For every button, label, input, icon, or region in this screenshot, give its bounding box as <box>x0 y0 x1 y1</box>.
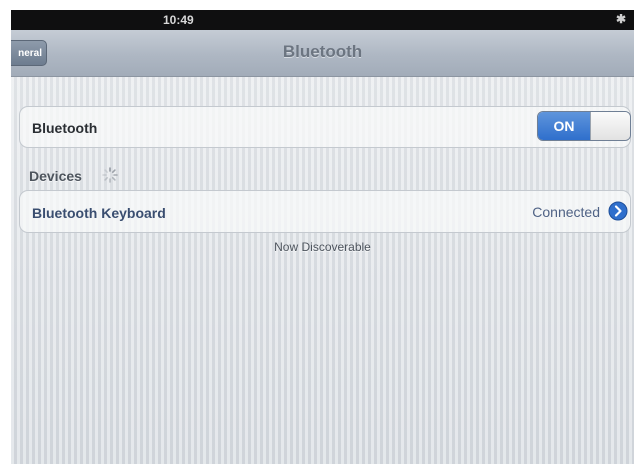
status-bar: 10:49 ✱ <box>11 10 634 30</box>
toggle-on-label: ON <box>538 112 590 140</box>
spinner-icon <box>102 167 118 183</box>
discoverable-note: Now Discoverable <box>274 240 371 254</box>
bluetooth-setting-row: Bluetooth ON <box>19 106 631 148</box>
toggle-knob[interactable] <box>590 112 630 140</box>
chevron-right-circle-icon[interactable] <box>608 201 628 221</box>
devices-section-header: Devices <box>29 168 82 184</box>
page-title: Bluetooth <box>282 42 363 61</box>
device-name: Bluetooth Keyboard <box>32 205 166 221</box>
bluetooth-icon: ✱ <box>615 12 626 26</box>
status-time: 10:49 <box>163 13 194 27</box>
navigation-bar: neral Bluetooth <box>11 30 634 77</box>
device-screen: 10:49 ✱ neral Bluetooth Bluetooth ON Dev… <box>11 10 634 464</box>
bluetooth-toggle[interactable]: ON <box>537 111 631 141</box>
bluetooth-label: Bluetooth <box>32 120 98 136</box>
device-row-bluetooth-keyboard[interactable]: Bluetooth Keyboard Connected <box>19 190 631 233</box>
device-status: Connected <box>532 204 600 220</box>
